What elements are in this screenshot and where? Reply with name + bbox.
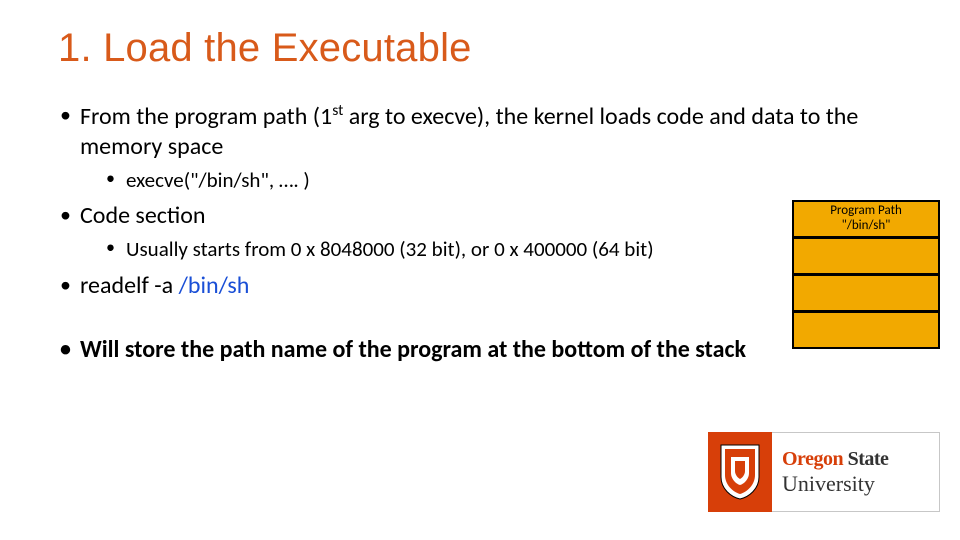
bullet-3-link: /bin/sh [179, 271, 250, 300]
osu-logo-oregon: Oregon [782, 448, 843, 470]
bullet-3-text: readelf -a [80, 271, 179, 300]
osu-logo-line1: Oregon State [782, 448, 939, 471]
stack-row-0-b: "/bin/sh" [842, 219, 891, 234]
bullet-1-sup: st [332, 101, 343, 120]
stack-wrap: Program Path "/bin/sh" [792, 200, 940, 349]
bullet-2-sub: Usually starts from 0 x 8048000 (32 bit)… [80, 235, 902, 264]
bullet-2-text: Code section [80, 201, 206, 230]
bullet-2: Code section Usually starts from 0 x 804… [58, 201, 902, 264]
stack-row-0-a: Program Path [830, 204, 902, 219]
bullet-3: readelf -a /bin/sh [58, 271, 902, 301]
osu-logo-text: Oregon State University [772, 432, 940, 512]
shield-icon [717, 443, 763, 501]
osu-logo-line2: University [782, 471, 939, 497]
bullet-2-sub-list: Usually starts from 0 x 8048000 (32 bit)… [80, 235, 902, 264]
slide-title: 1. Load the Executable [58, 26, 902, 71]
osu-logo: Oregon State University [708, 432, 940, 512]
bullet-1-sub: execve("/bin/sh", …. ) [80, 166, 902, 195]
bullet-list: From the program path (1st arg to execve… [58, 101, 902, 301]
osu-logo-state: State [848, 448, 889, 470]
bullet-1: From the program path (1st arg to execve… [58, 101, 902, 195]
bullet-4: Will store the path name of the program … [58, 335, 902, 365]
bullet-1-sub-list: execve("/bin/sh", …. ) [80, 166, 902, 195]
stack-row-1 [793, 238, 939, 274]
slide: 1. Load the Executable From the program … [0, 0, 960, 540]
memory-stack-diagram: Program Path "/bin/sh" [792, 200, 940, 349]
stack-row-2 [793, 275, 939, 311]
bullet-1-text-a: From the program path (1 [80, 102, 332, 131]
bullet-list-2: Will store the path name of the program … [58, 335, 902, 365]
stack-row-3 [793, 312, 939, 348]
stack-row-0: Program Path "/bin/sh" [793, 201, 939, 237]
osu-crest-icon [708, 432, 772, 512]
